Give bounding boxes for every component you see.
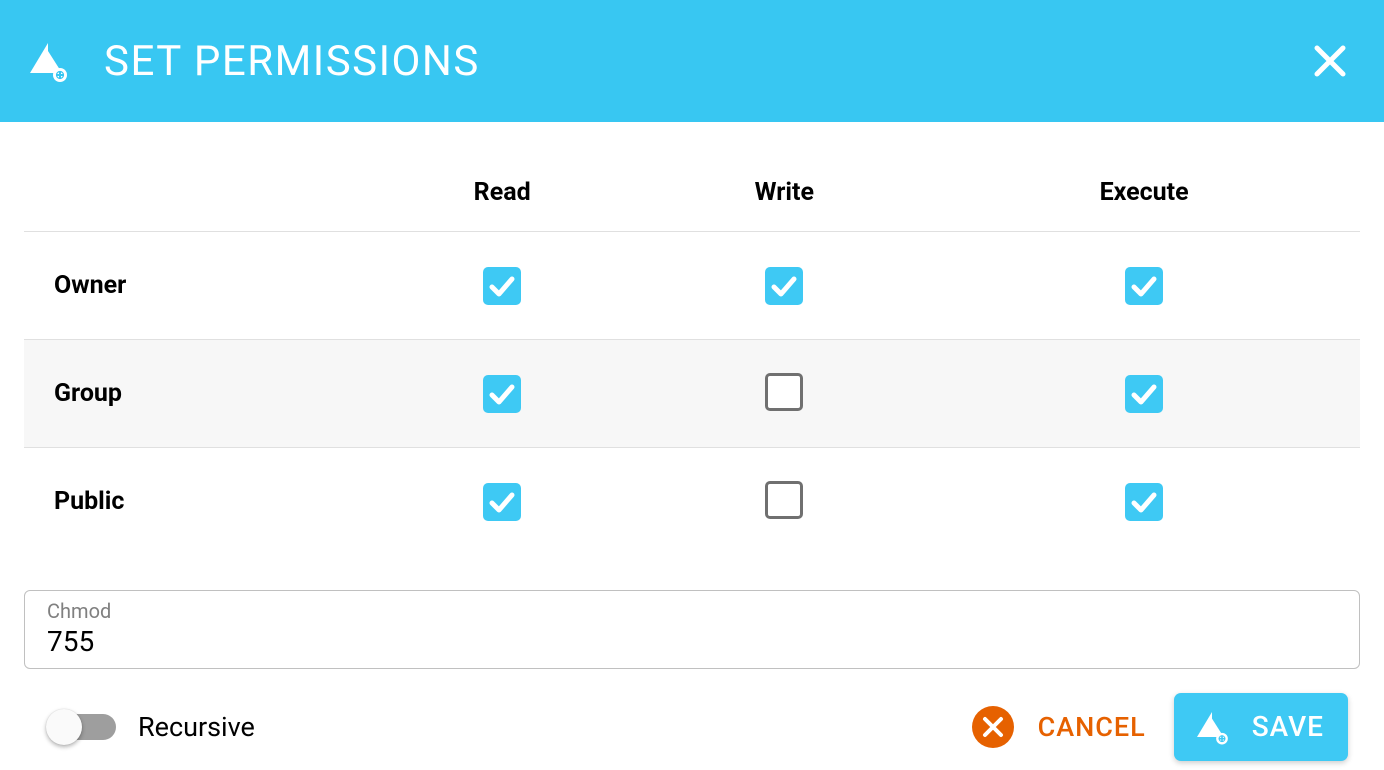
close-icon bbox=[1312, 43, 1348, 79]
row-label-owner: Owner bbox=[24, 232, 364, 340]
cell-public-execute bbox=[928, 448, 1360, 556]
column-header-write: Write bbox=[640, 164, 928, 232]
cell-group-read bbox=[364, 340, 640, 448]
cancel-button[interactable]: CANCEL bbox=[972, 706, 1146, 748]
recursive-label: Recursive bbox=[138, 711, 255, 743]
cell-owner-execute bbox=[928, 232, 1360, 340]
toggle-knob bbox=[46, 709, 82, 745]
permissions-table: Read Write Execute OwnerGroupPublic bbox=[24, 164, 1360, 556]
checkbox-owner-read[interactable] bbox=[483, 267, 521, 305]
save-button[interactable]: SAVE bbox=[1174, 693, 1348, 761]
chmod-label: Chmod bbox=[47, 599, 1337, 623]
save-label: SAVE bbox=[1252, 710, 1324, 743]
close-button[interactable] bbox=[1306, 37, 1354, 85]
checkbox-public-read[interactable] bbox=[483, 483, 521, 521]
app-logo-icon bbox=[22, 35, 74, 87]
column-header-read: Read bbox=[364, 164, 640, 232]
checkbox-owner-write[interactable] bbox=[765, 267, 803, 305]
column-header-execute: Execute bbox=[928, 164, 1360, 232]
dialog-title: SET PERMISSIONS bbox=[104, 37, 1306, 86]
checkbox-owner-execute[interactable] bbox=[1125, 267, 1163, 305]
column-header-empty bbox=[24, 164, 364, 232]
dialog-header: SET PERMISSIONS bbox=[0, 0, 1384, 122]
cell-public-read bbox=[364, 448, 640, 556]
cell-public-write bbox=[640, 448, 928, 556]
table-row: Public bbox=[24, 448, 1360, 556]
cancel-icon bbox=[972, 706, 1014, 748]
checkbox-group-read[interactable] bbox=[483, 375, 521, 413]
cell-owner-write bbox=[640, 232, 928, 340]
checkbox-group-execute[interactable] bbox=[1125, 375, 1163, 413]
cell-owner-read bbox=[364, 232, 640, 340]
cell-group-execute bbox=[928, 340, 1360, 448]
row-label-public: Public bbox=[24, 448, 364, 556]
table-row: Group bbox=[24, 340, 1360, 448]
dialog-footer: Recursive CANCEL SAVE bbox=[24, 669, 1360, 761]
dialog-body: Read Write Execute OwnerGroupPublic Chmo… bbox=[0, 122, 1384, 761]
save-icon bbox=[1192, 707, 1232, 747]
toggle-track bbox=[50, 714, 116, 740]
chmod-field[interactable]: Chmod bbox=[24, 590, 1360, 669]
row-label-group: Group bbox=[24, 340, 364, 448]
recursive-toggle[interactable]: Recursive bbox=[50, 711, 255, 743]
checkbox-public-execute[interactable] bbox=[1125, 483, 1163, 521]
chmod-input[interactable] bbox=[47, 625, 1337, 658]
permissions-tbody: OwnerGroupPublic bbox=[24, 232, 1360, 556]
table-row: Owner bbox=[24, 232, 1360, 340]
checkbox-public-write[interactable] bbox=[765, 481, 803, 519]
checkbox-group-write[interactable] bbox=[765, 373, 803, 411]
cell-group-write bbox=[640, 340, 928, 448]
cancel-label: CANCEL bbox=[1038, 711, 1146, 743]
